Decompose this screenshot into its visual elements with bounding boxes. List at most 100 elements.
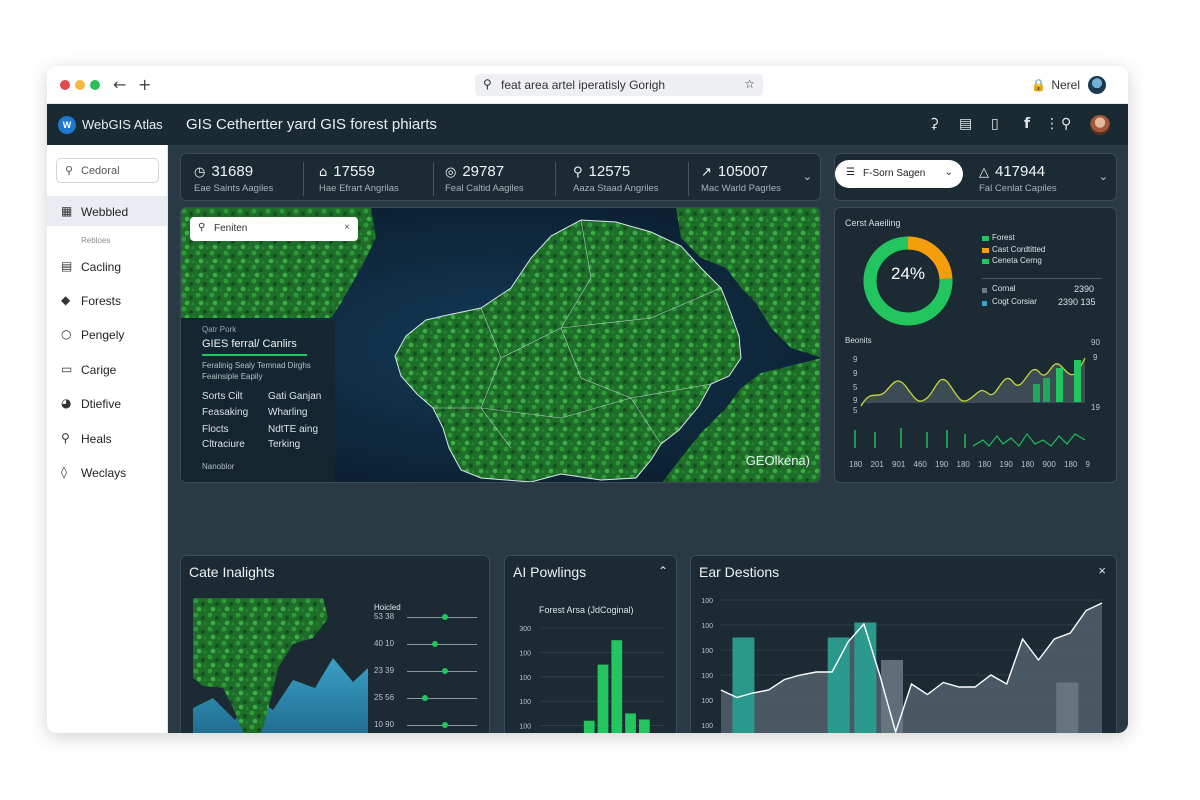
panel-title: Cate Inalights	[189, 564, 275, 580]
chevron-down-icon[interactable]: ⌄	[1099, 170, 1108, 183]
bar	[881, 660, 904, 733]
region-select[interactable]: ☰ F-Sorn Sagen ⌄	[835, 160, 963, 188]
stat-value: 17559	[333, 163, 375, 180]
sidebar-item-dtiefive[interactable]: ◕ Dtiefive	[47, 388, 167, 418]
back-icon[interactable]: ←	[113, 75, 126, 94]
brand[interactable]: W WebGIS Atlas	[47, 104, 168, 145]
warning-icon: △	[979, 165, 989, 180]
stat-label: Eae Saints Aagiles	[194, 183, 274, 194]
collapse-icon[interactable]: ⌃	[658, 564, 668, 578]
search-icon: ⚲	[483, 77, 492, 91]
sidebar-item-pengely[interactable]: ○ Pengely	[47, 319, 167, 349]
profile-avatar[interactable]	[1088, 76, 1106, 94]
maximize-window-button[interactable]	[90, 80, 100, 90]
sparkline-title: Beonits	[845, 336, 872, 345]
insight-slider-knob[interactable]	[431, 641, 438, 647]
axis-tick-label: 100	[519, 699, 531, 706]
close-window-button[interactable]	[60, 80, 70, 90]
combo-chart[interactable]: 1001001001001001000101 100 301 300 300 180 100…	[697, 592, 1112, 733]
insights-map[interactable]	[193, 598, 368, 733]
legend-swatch	[982, 248, 989, 253]
stat-card[interactable]: ◷ 31689 Eae Saints Aagiles	[194, 163, 274, 194]
search-icon: ⚲	[65, 165, 74, 177]
insight-slider-knob[interactable]	[422, 695, 429, 701]
panel-title: Ear Destions	[699, 564, 780, 580]
address-bar[interactable]: ⚲ feat area artel iperatisly Gorigh ☆	[475, 74, 763, 96]
map-overlay-label: GEOlkena)	[745, 453, 810, 468]
axis-tick-label: 180	[1064, 460, 1078, 469]
more-icon[interactable]: ⋮	[1045, 116, 1059, 132]
insight-slider-knob[interactable]	[442, 722, 448, 728]
donut-percent: 24%	[890, 264, 926, 283]
avatar[interactable]	[1090, 115, 1110, 135]
sparkline-chart[interactable]	[853, 348, 1103, 458]
stat-card[interactable]: △ 417944 Fal Cenlat Capiles	[979, 163, 1057, 194]
minimize-window-button[interactable]	[75, 80, 85, 90]
bar	[1056, 682, 1079, 733]
insight-slider-knob[interactable]	[442, 614, 448, 620]
search-icon[interactable]: ⚲	[1061, 116, 1071, 132]
close-icon[interactable]: ×	[1098, 563, 1106, 578]
stat-value: 105007	[717, 163, 768, 180]
bar	[854, 622, 877, 733]
axis-tick-label: 300	[519, 626, 531, 633]
bell-icon[interactable]: ⚳	[929, 116, 939, 132]
axis-tick-label: 100	[701, 673, 713, 680]
divider	[303, 162, 304, 196]
legend-heading: GIES ferral/ Canlirs	[202, 338, 297, 350]
axis-tick-label: 180	[956, 460, 970, 469]
list-icon: ▤	[61, 259, 73, 273]
region-select-value: F-Sorn Sagen	[863, 168, 926, 179]
axis-tick-label: 100	[701, 598, 713, 605]
user-menu[interactable]: 🔒 Nerel	[1031, 78, 1080, 92]
sparkline-bar	[1056, 368, 1063, 402]
legend-swatch	[982, 236, 989, 241]
stat-card[interactable]: ⚲ 12575 Aaza Staad Angriles	[573, 163, 659, 194]
stat-label: Mac Warld Pagrles	[701, 183, 781, 194]
sidebar-search-placeholder: Cedoral	[81, 165, 120, 177]
sidebar-item-label: Weclays	[81, 466, 127, 480]
legend-desc: Feainsiple Eapily	[202, 372, 263, 381]
divider	[688, 162, 689, 196]
insight-slider-knob[interactable]	[442, 668, 448, 674]
bookmark-star-icon[interactable]: ☆	[744, 77, 755, 91]
insight-row-label: 10 90	[374, 720, 395, 729]
stat-card[interactable]: ↗ 105007 Mac Warld Pagrles	[701, 163, 781, 194]
bar-chart[interactable]: 3001001001001000Ols Utt Jo Jat	[509, 600, 669, 733]
grid-icon: ▦	[61, 204, 73, 218]
clock-icon: ◷	[194, 165, 206, 180]
sidebar-item-label: Forests	[81, 294, 122, 308]
stat-card[interactable]: ⌂ 17559 Hae Efrart Angrilas	[319, 163, 399, 194]
legend-swatch	[982, 288, 987, 293]
axis-tick-label: 100	[701, 723, 713, 730]
stat-card[interactable]: ◎ 29787 Feal Caltid Aagiles	[445, 163, 524, 194]
sidebar-item-label: Pengely	[81, 328, 125, 342]
sidebar-item-weclays[interactable]: ◊ Weclays	[47, 457, 167, 487]
app-header: W WebGIS Atlas GIS Cethertter yard GIS f…	[47, 104, 1128, 145]
map-panel[interactable]: ⚲ Feniten × Qatr Pork GIES ferral/ Canli…	[180, 207, 821, 483]
new-tab-icon[interactable]: +	[138, 75, 151, 94]
axis-tick-label: 100	[701, 698, 713, 705]
legend-item: Flocts	[202, 424, 229, 435]
clear-icon[interactable]: ×	[344, 222, 350, 233]
layers-icon[interactable]: ▤	[959, 116, 972, 132]
facebook-icon[interactable]: f	[1024, 116, 1030, 132]
sidebar-item-webbled[interactable]: ▦ Webbled	[47, 196, 167, 226]
chevron-down-icon[interactable]: ⌄	[803, 170, 812, 183]
legend-label: Forest	[992, 233, 1015, 242]
insight-slider-track[interactable]	[407, 698, 477, 699]
user-icon: ○	[61, 327, 72, 341]
sidebar-item-carige[interactable]: ▭ Carige	[47, 354, 167, 384]
map-search-input[interactable]: ⚲ Feniten ×	[190, 217, 358, 241]
summary-panel: Cerst Aaeiling 24% Forest Cast Cordtitte…	[834, 207, 1117, 483]
summary-row-label: Cornal	[992, 284, 1016, 293]
user-name: Nerel	[1051, 78, 1080, 92]
sidebar-search-input[interactable]: ⚲ Cedoral	[56, 158, 159, 183]
search-icon: ⚲	[573, 165, 583, 180]
sidebar-item-forests[interactable]: ◆ Forests	[47, 285, 167, 315]
sidebar-item-heals[interactable]: ⚲ Heals	[47, 423, 167, 453]
book-icon[interactable]: ▯	[991, 116, 999, 132]
insight-slider-track[interactable]	[407, 644, 477, 645]
bar	[583, 720, 595, 733]
sidebar-item-cacling[interactable]: ▤ Cacling	[47, 251, 167, 281]
